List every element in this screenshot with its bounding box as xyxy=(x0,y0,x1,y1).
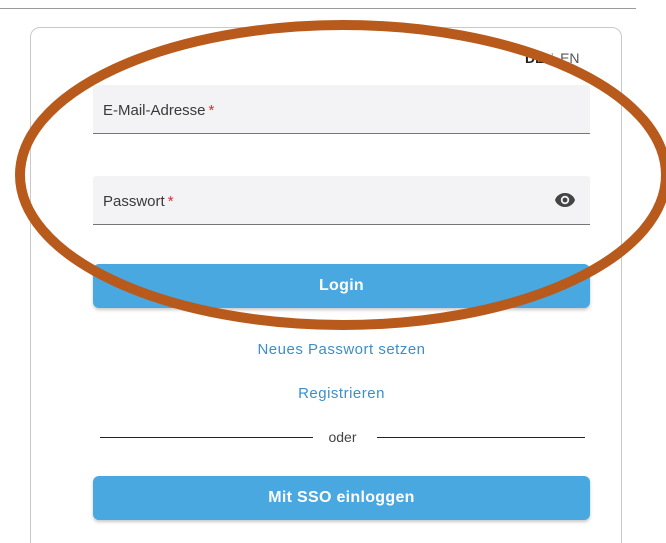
eye-icon[interactable] xyxy=(554,192,576,208)
email-label: E-Mail-Adresse * xyxy=(103,102,214,119)
language-switch: DE | EN xyxy=(525,50,580,66)
email-field[interactable]: E-Mail-Adresse * xyxy=(93,85,590,134)
password-field[interactable]: Passwort * xyxy=(93,176,590,225)
or-divider: oder xyxy=(100,427,585,447)
login-page: DE | EN E-Mail-Adresse * Passwort * Login Ne… xyxy=(0,0,666,543)
language-separator: | xyxy=(550,50,555,66)
email-label-text: E-Mail-Adresse xyxy=(103,102,206,119)
register-link[interactable]: Registrieren xyxy=(93,385,590,402)
login-button[interactable]: Login xyxy=(93,264,590,308)
language-en[interactable]: EN xyxy=(560,50,579,66)
divider-line-right xyxy=(377,437,585,438)
reset-password-link[interactable]: Neues Passwort setzen xyxy=(93,341,590,358)
email-required-mark: * xyxy=(208,102,215,119)
password-required-mark: * xyxy=(167,193,174,210)
top-divider xyxy=(0,8,636,9)
password-label: Passwort * xyxy=(103,193,174,210)
language-de[interactable]: DE xyxy=(525,50,544,66)
password-label-text: Passwort xyxy=(103,193,165,210)
sso-login-button[interactable]: Mit SSO einloggen xyxy=(93,476,590,520)
